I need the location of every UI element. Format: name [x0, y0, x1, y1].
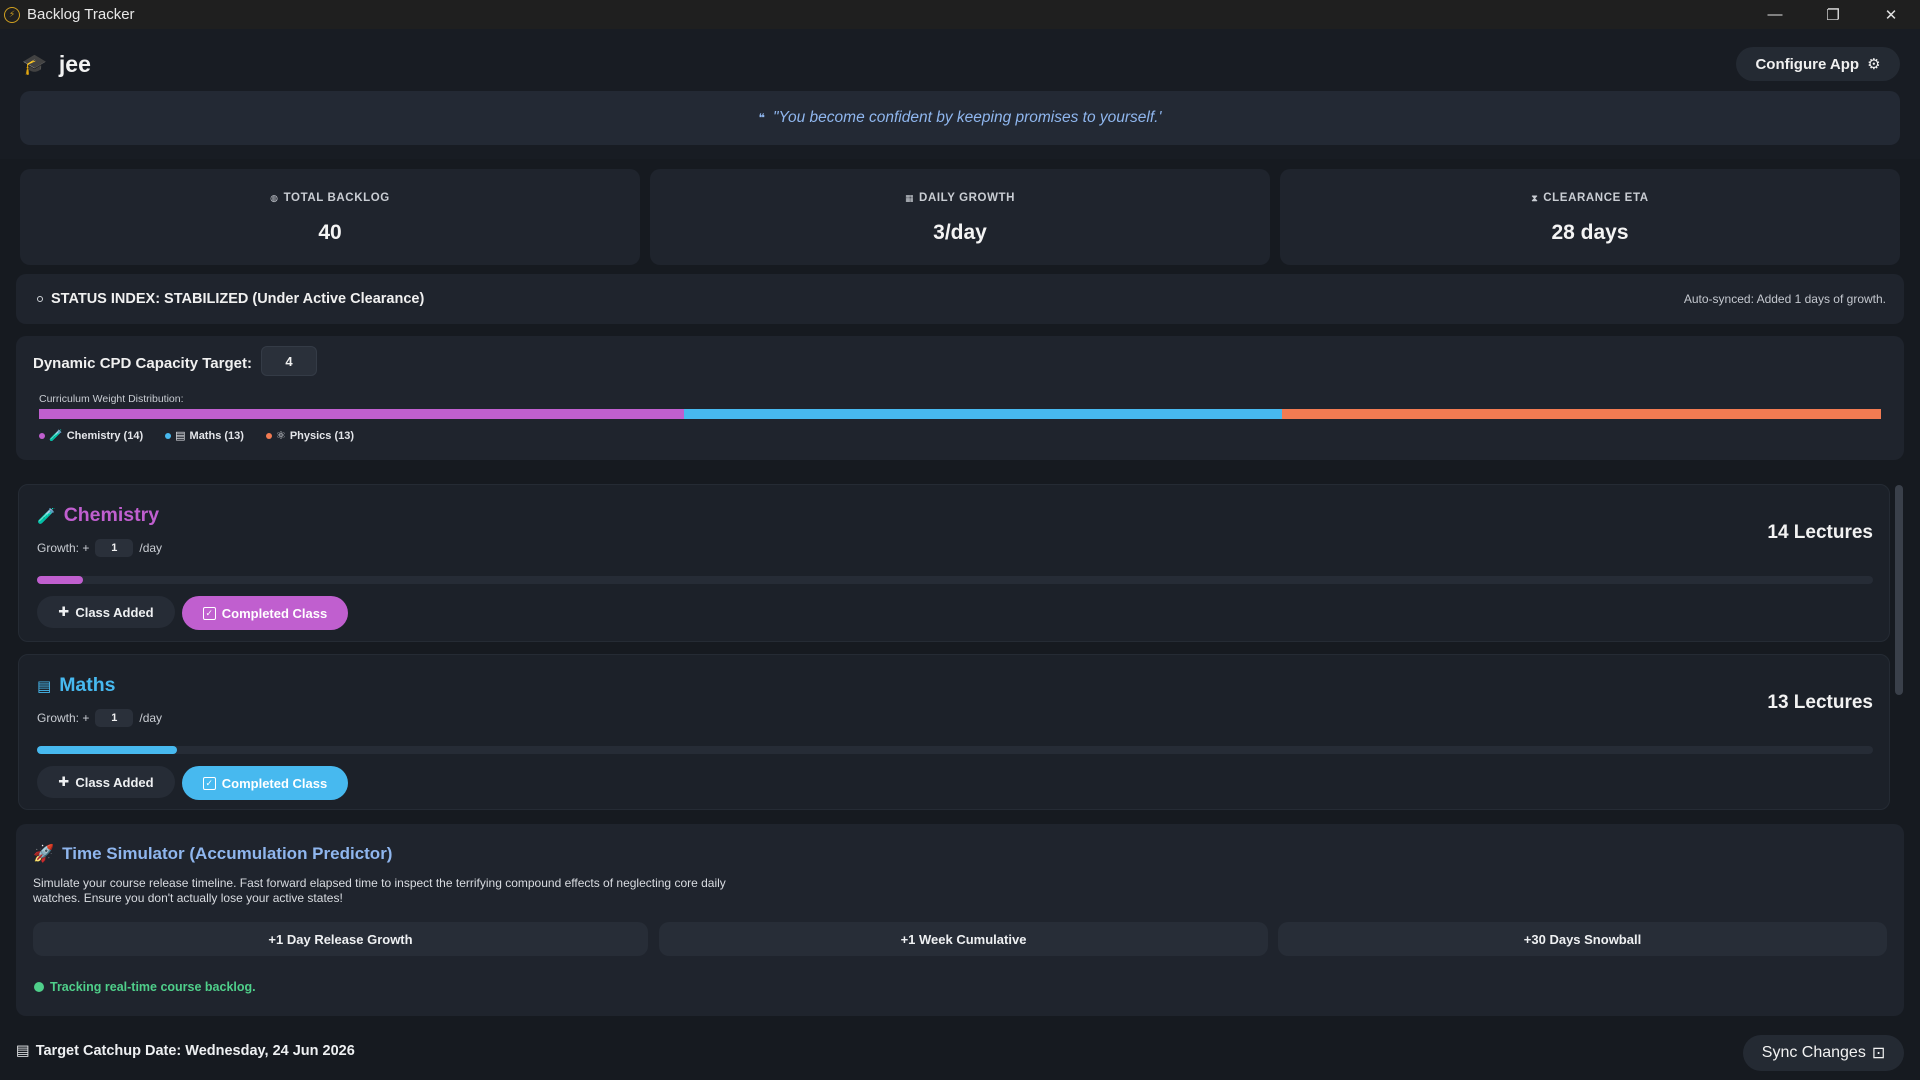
daily-growth-card: ▦ DAILY GROWTH 3/day	[650, 169, 1270, 265]
tracking-status: Tracking real-time course backlog.	[34, 980, 256, 994]
progress-track	[37, 576, 1873, 584]
window-controls: — ❐ ✕	[1746, 0, 1920, 29]
header: 🎓 jee Configure App ⚙ ❝ "You become conf…	[0, 29, 1920, 159]
checkbox-icon: ✓	[202, 606, 216, 620]
lecture-count: 13 Lectures	[1767, 692, 1873, 713]
progress-fill	[37, 746, 177, 754]
capacity-label: Dynamic CPD Capacity Target:	[33, 355, 252, 372]
simulator-title: 🚀 Time Simulator (Accumulation Predictor…	[33, 844, 393, 863]
legend-dot	[39, 432, 45, 439]
capacity-panel: Dynamic CPD Capacity Target: 4 Curriculu…	[16, 336, 1904, 460]
distribution-segment-physics	[1282, 409, 1881, 419]
simulator-description: Simulate your course release timeline. F…	[33, 876, 726, 905]
growth-row: Growth: + 1 /day	[37, 539, 163, 557]
plus-1-day-button[interactable]: +1 Day Release Growth	[33, 922, 648, 956]
total-backlog-value: 40	[318, 221, 342, 244]
save-icon: ⊡	[1871, 1045, 1886, 1062]
gear-icon: ⚙	[1867, 56, 1881, 73]
plus-30-days-button[interactable]: +30 Days Snowball	[1278, 922, 1887, 956]
status-dot-icon	[37, 296, 43, 302]
distribution-segment-chemistry	[39, 409, 684, 419]
checkbox-icon: ✓	[202, 776, 216, 790]
legend-maths: ▤ Maths (13)	[165, 429, 244, 442]
minimize-icon[interactable]: —	[1746, 0, 1804, 29]
distribution-segment-maths	[683, 409, 1283, 419]
growth-row: Growth: + 1 /day	[37, 709, 163, 727]
completed-class-button[interactable]: ✓ Completed Class	[182, 596, 348, 630]
clearance-eta-label: ⧗ CLEARANCE ETA	[1531, 192, 1649, 204]
growth-input[interactable]: 1	[95, 539, 134, 557]
progress-track	[37, 746, 1873, 754]
quote-banner: ❝ "You become confident by keeping promi…	[20, 91, 1900, 145]
close-icon[interactable]: ✕	[1862, 0, 1920, 29]
subject-card-maths: ▤ Maths Growth: + 1 /day 13 Lectures ✚ C…	[18, 654, 1890, 810]
calculator-icon: ▤	[37, 677, 52, 695]
plus-icon: ✚	[58, 604, 70, 619]
quote-text: "You become confident by keeping promise…	[773, 109, 1162, 126]
calculator-icon: ▤	[175, 430, 186, 442]
subject-title: ▤ Maths	[37, 674, 116, 696]
atom-icon: ⚛	[275, 430, 286, 442]
rocket-icon: 🚀	[33, 844, 55, 863]
profile-name: jee	[58, 51, 91, 77]
subject-title: 🧪 Chemistry	[37, 504, 160, 526]
legend-chemistry: 🧪 Chemistry (14)	[39, 429, 143, 442]
time-simulator-panel: 🚀 Time Simulator (Accumulation Predictor…	[16, 824, 1904, 1016]
plus-icon: ✚	[58, 774, 70, 789]
target-catchup-date: ▤ Target Catchup Date: Wednesday, 24 Jun…	[16, 1043, 355, 1059]
distribution-bar	[39, 409, 1881, 419]
class-added-button[interactable]: ✚ Class Added	[37, 766, 175, 798]
distribution-legend: 🧪 Chemistry (14) ▤ Maths (13) ⚛ Physics …	[39, 429, 354, 442]
flask-icon: 🧪	[37, 507, 56, 525]
clearance-eta-card: ⧗ CLEARANCE ETA 28 days	[1280, 169, 1900, 265]
configure-app-button[interactable]: Configure App ⚙	[1736, 47, 1900, 81]
daily-growth-value: 3/day	[933, 221, 987, 244]
calendar-icon: ▤	[16, 1043, 30, 1059]
clearance-eta-value: 28 days	[1551, 221, 1629, 244]
status-dot-icon	[34, 982, 44, 992]
graduation-cap-icon: 🎓	[22, 54, 47, 76]
capacity-input[interactable]: 4	[261, 346, 317, 376]
legend-dot	[165, 432, 172, 439]
title-bar: ⚡ Backlog Tracker — ❐ ✕	[0, 0, 1920, 29]
flask-icon: 🧪	[49, 430, 63, 442]
progress-fill	[37, 576, 83, 584]
legend-physics: ⚛ Physics (13)	[265, 429, 354, 442]
configure-app-label: Configure App	[1755, 55, 1860, 73]
quote-icon: ❝	[758, 111, 766, 125]
completed-class-button[interactable]: ✓ Completed Class	[182, 766, 348, 800]
status-index: STATUS INDEX: STABILIZED (Under Active C…	[16, 274, 1904, 324]
restore-icon[interactable]: ❐	[1804, 0, 1862, 29]
class-added-button[interactable]: ✚ Class Added	[37, 596, 175, 628]
sync-changes-button[interactable]: Sync Changes ⊡	[1743, 1035, 1904, 1071]
total-backlog-label: ◍ TOTAL BACKLOG	[270, 192, 390, 204]
globe-icon: ◍	[270, 192, 279, 203]
chart-icon: ▦	[904, 192, 915, 203]
daily-growth-label: ▦ DAILY GROWTH	[904, 192, 1016, 204]
total-backlog-card: ◍ TOTAL BACKLOG 40	[20, 169, 640, 265]
auto-sync-text: Auto-synced: Added 1 days of growth.	[1683, 292, 1886, 306]
hourglass-icon: ⧗	[1531, 192, 1539, 203]
status-text: STATUS INDEX: STABILIZED (Under Active C…	[51, 291, 425, 307]
window-title: Backlog Tracker	[27, 6, 135, 23]
subject-card-chemistry: 🧪 Chemistry Growth: + 1 /day 14 Lectures…	[18, 484, 1890, 642]
plus-1-week-button[interactable]: +1 Week Cumulative	[659, 922, 1268, 956]
scrollbar[interactable]	[1895, 485, 1903, 695]
legend-dot	[265, 432, 272, 439]
growth-input[interactable]: 1	[95, 709, 134, 727]
lecture-count: 14 Lectures	[1767, 522, 1873, 543]
distribution-label: Curriculum Weight Distribution:	[39, 393, 184, 405]
app-icon: ⚡	[4, 6, 20, 23]
profile: 🎓 jee	[22, 51, 91, 78]
